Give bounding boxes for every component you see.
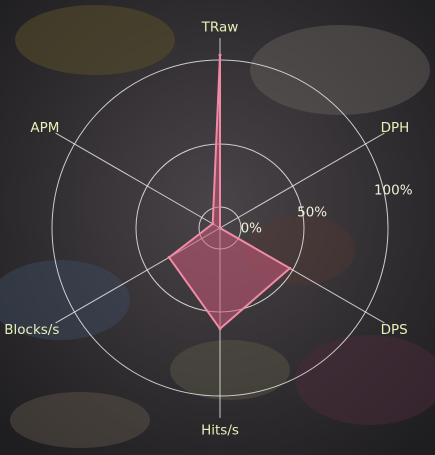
axis-label-apm: APM [30, 120, 59, 136]
radar-chart: TRaw DPH DPS Hits/s Blocks/s APM 0% 50% 100% [0, 0, 435, 455]
axis-label-dph: DPH [381, 120, 410, 136]
axis-label-blocks-s: Blocks/s [4, 322, 59, 338]
data-point-dps [288, 266, 292, 270]
series-layer [167, 53, 292, 331]
data-point-blocks-s [167, 255, 171, 259]
axis-label-dps: DPS [381, 322, 408, 338]
radial-tick-1: 50% [297, 204, 327, 220]
radial-tick-2: 100% [374, 183, 413, 199]
data-point-dph [218, 226, 222, 230]
radial-tick-0: 0% [241, 221, 263, 237]
series-polygon-0 [167, 54, 292, 331]
data-point-apm [211, 222, 215, 226]
data-point-hits-s [218, 327, 222, 331]
radar-plot: TRaw DPH DPS Hits/s Blocks/s APM 0% 50% 100% [4, 19, 413, 439]
axis-label-traw: TRaw [201, 19, 239, 35]
data-point-traw [218, 53, 222, 57]
axis-label-hits-s: Hits/s [201, 423, 239, 439]
